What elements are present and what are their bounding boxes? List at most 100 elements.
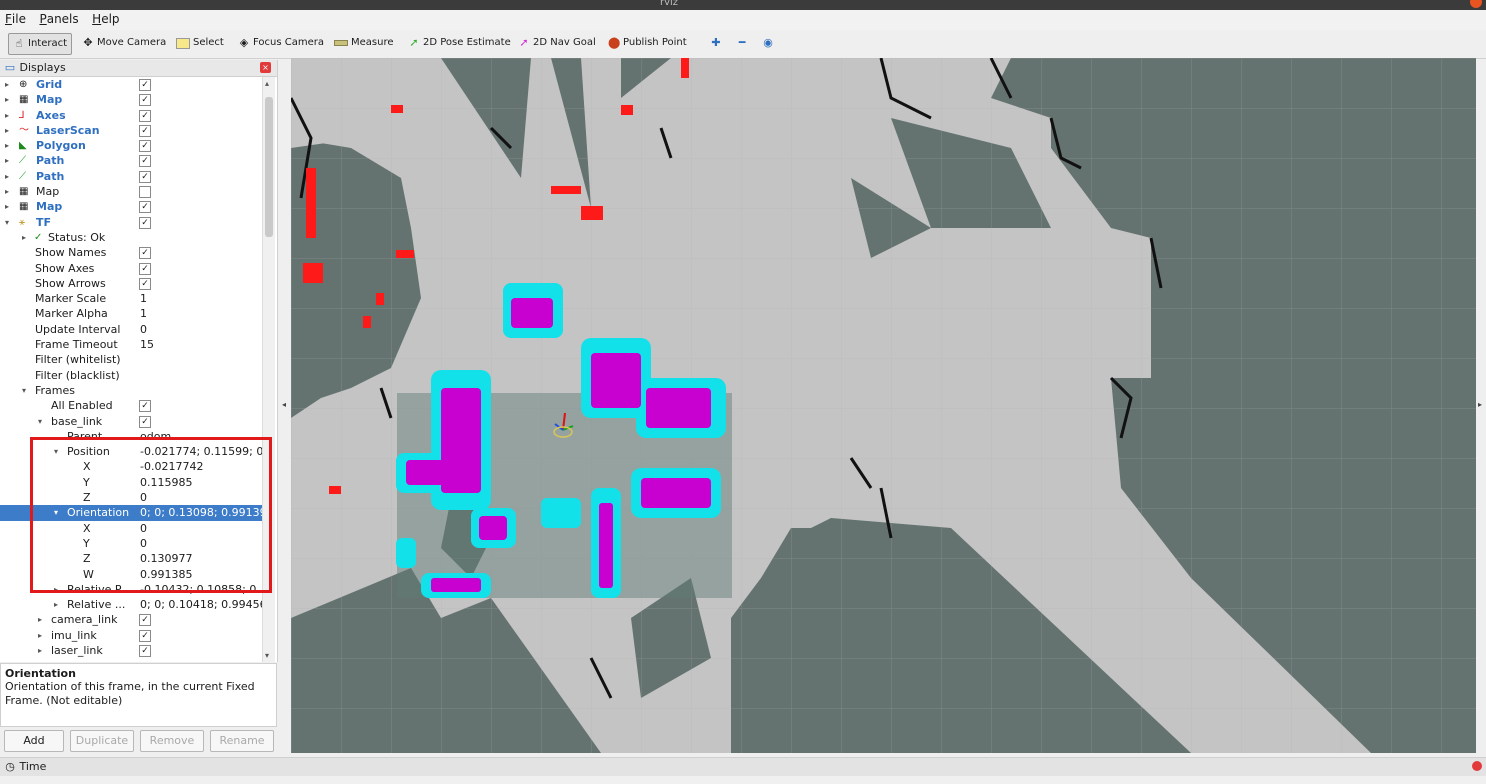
move-camera-icon: ✥ bbox=[83, 36, 93, 49]
expand-arrow-icon[interactable]: ▸ bbox=[5, 169, 9, 184]
nav-goal-tool-button[interactable]: ➚ 2D Nav Goal bbox=[514, 33, 600, 53]
menu-help[interactable]: Help bbox=[87, 10, 124, 28]
display-row-map[interactable]: ▸ ▦ Map ✓ bbox=[0, 92, 262, 107]
all-enabled-row[interactable]: All Enabled ✓ bbox=[0, 398, 262, 413]
menu-file[interactable]: File bbox=[0, 10, 31, 28]
property-checkbox[interactable]: ✓ bbox=[139, 644, 151, 657]
map-icon: ▦ bbox=[19, 201, 29, 213]
display-row-path[interactable]: ▸ ⟋ Path ✓ bbox=[0, 169, 262, 184]
menu-panels[interactable]: Panels bbox=[34, 10, 83, 28]
display-row-laserscan[interactable]: ▸ 〜 LaserScan ✓ bbox=[0, 123, 262, 138]
splitter-handle-icon[interactable]: ◂ bbox=[282, 400, 286, 409]
camera-link-row[interactable]: ▸ camera_link ✓ bbox=[0, 612, 262, 627]
display-row-axes[interactable]: ▸ ⅃ Axes ✓ bbox=[0, 108, 262, 123]
tf-filter-blacklist-row[interactable]: Filter (blacklist) bbox=[0, 368, 262, 383]
display-checkbox[interactable]: ✓ bbox=[139, 201, 151, 214]
focus-camera-tool-button[interactable]: ◈ Focus Camera bbox=[234, 33, 328, 53]
highlight-annotation-box bbox=[30, 437, 272, 593]
expand-arrow-icon[interactable]: ▸ bbox=[54, 597, 58, 612]
expand-arrow-icon[interactable]: ▸ bbox=[38, 643, 42, 658]
map-canvas[interactable] bbox=[291, 58, 1476, 753]
close-panel-icon[interactable]: × bbox=[260, 62, 271, 73]
tf-show-arrows-row[interactable]: Show Arrows ✓ bbox=[0, 276, 262, 291]
move-camera-tool-button[interactable]: ✥ Move Camera bbox=[78, 33, 170, 53]
measure-tool-button[interactable]: Measure bbox=[330, 33, 398, 53]
expand-arrow-icon[interactable]: ▸ bbox=[38, 628, 42, 643]
ruler-icon bbox=[334, 40, 348, 46]
expand-arrow-icon[interactable]: ▸ bbox=[5, 153, 9, 168]
display-checkbox[interactable]: ✓ bbox=[139, 79, 151, 91]
camera-type-button[interactable]: ◉ bbox=[758, 33, 778, 53]
close-window-button[interactable] bbox=[1470, 0, 1482, 8]
pose-estimate-tool-button[interactable]: ➚ 2D Pose Estimate bbox=[404, 33, 515, 53]
expand-arrow-icon[interactable]: ▸ bbox=[5, 92, 9, 107]
display-checkbox[interactable]: ✓ bbox=[139, 155, 151, 168]
remove-tool-button[interactable]: ━ bbox=[732, 33, 752, 53]
scroll-up-icon[interactable]: ▴ bbox=[265, 79, 269, 88]
frames-row[interactable]: ▾ Frames bbox=[0, 383, 262, 398]
select-tool-button[interactable]: Select bbox=[172, 33, 228, 53]
tf-show-names-row[interactable]: Show Names ✓ bbox=[0, 245, 262, 260]
tf-frame-timeout-row[interactable]: Frame Timeout 15 bbox=[0, 337, 262, 352]
property-checkbox[interactable]: ✓ bbox=[139, 400, 151, 413]
property-checkbox[interactable]: ✓ bbox=[139, 629, 151, 642]
polygon-icon: ◣ bbox=[19, 140, 27, 152]
remove-button[interactable]: Remove bbox=[140, 730, 204, 752]
expand-arrow-icon[interactable]: ▸ bbox=[5, 184, 9, 199]
expand-arrow-icon[interactable]: ▸ bbox=[5, 108, 9, 123]
publish-point-tool-button[interactable]: ⬤ Publish Point bbox=[604, 33, 691, 53]
expand-arrow-icon[interactable]: ▸ bbox=[5, 138, 9, 153]
tf-marker-scale-row[interactable]: Marker Scale 1 bbox=[0, 291, 262, 306]
collapse-arrow-icon[interactable]: ▾ bbox=[5, 215, 9, 230]
rename-button[interactable]: Rename bbox=[210, 730, 274, 752]
map-icon: ▦ bbox=[19, 94, 29, 106]
display-row-map[interactable]: ▸ ▦ Map ✓ bbox=[0, 199, 262, 214]
add-tool-button[interactable]: ✚ bbox=[706, 33, 726, 53]
property-checkbox[interactable]: ✓ bbox=[139, 247, 151, 260]
relative-orientation-row[interactable]: ▸ Relative ... 0; 0; 0.10418; 0.99456 bbox=[0, 597, 262, 612]
interact-tool-button[interactable]: ☝ Interact bbox=[8, 33, 73, 55]
tf-status-row[interactable]: ▸ ✓ Status: Ok bbox=[0, 230, 262, 245]
display-checkbox[interactable]: ✓ bbox=[139, 124, 151, 137]
display-checkbox[interactable]: ✓ bbox=[139, 216, 151, 229]
scrollbar-thumb[interactable] bbox=[265, 97, 273, 237]
tf-filter-whitelist-row[interactable]: Filter (whitelist) bbox=[0, 352, 262, 367]
expand-arrow-icon[interactable]: ▸ bbox=[5, 199, 9, 214]
laser-link-row[interactable]: ▸ laser_link ✓ bbox=[0, 643, 262, 658]
duplicate-button[interactable]: Duplicate bbox=[70, 730, 134, 752]
display-checkbox[interactable]: ✓ bbox=[139, 140, 151, 153]
expand-arrow-icon[interactable]: ▸ bbox=[5, 77, 9, 92]
property-checkbox[interactable]: ✓ bbox=[139, 614, 151, 627]
tf-update-interval-row[interactable]: Update Interval 0 bbox=[0, 322, 262, 337]
splitter-handle-icon[interactable]: ▸ bbox=[1478, 400, 1482, 409]
property-checkbox[interactable]: ✓ bbox=[139, 277, 151, 290]
expand-arrow-icon[interactable]: ▸ bbox=[5, 123, 9, 138]
display-row-polygon[interactable]: ▸ ◣ Polygon ✓ bbox=[0, 138, 262, 153]
tf-marker-alpha-row[interactable]: Marker Alpha 1 bbox=[0, 306, 262, 321]
time-panel-header: ◷ Time bbox=[0, 757, 1486, 776]
display-row-path[interactable]: ▸ ⟋ Path ✓ bbox=[0, 153, 262, 168]
display-row-grid[interactable]: ▸ ⊕ Grid ✓ bbox=[0, 77, 262, 92]
display-checkbox[interactable]: ✓ bbox=[139, 170, 151, 183]
display-row-tf[interactable]: ▾ ⚹ TF ✓ bbox=[0, 215, 262, 230]
collapse-arrow-icon[interactable]: ▾ bbox=[22, 383, 26, 398]
expand-arrow-icon[interactable]: ▸ bbox=[38, 612, 42, 627]
display-checkbox[interactable] bbox=[139, 186, 151, 199]
display-checkbox[interactable]: ✓ bbox=[139, 109, 151, 122]
laserscan-icon: 〜 bbox=[19, 124, 29, 136]
render-view[interactable] bbox=[291, 58, 1476, 753]
base-link-row[interactable]: ▾ base_link ✓ bbox=[0, 414, 262, 429]
add-button[interactable]: Add bbox=[4, 730, 64, 752]
display-row-map[interactable]: ▸ ▦ Map bbox=[0, 184, 262, 199]
axes-icon: ⅃ bbox=[19, 109, 25, 121]
display-checkbox[interactable]: ✓ bbox=[139, 94, 151, 107]
property-checkbox[interactable]: ✓ bbox=[139, 415, 151, 428]
collapse-arrow-icon[interactable]: ▾ bbox=[38, 414, 42, 429]
displays-header: ▭ Displays × bbox=[0, 60, 277, 77]
close-panel-icon[interactable] bbox=[1472, 761, 1482, 771]
scroll-down-icon[interactable]: ▾ bbox=[265, 651, 269, 660]
property-checkbox[interactable]: ✓ bbox=[139, 262, 151, 275]
imu-link-row[interactable]: ▸ imu_link ✓ bbox=[0, 628, 262, 643]
tf-show-axes-row[interactable]: Show Axes ✓ bbox=[0, 261, 262, 276]
expand-arrow-icon[interactable]: ▸ bbox=[22, 230, 26, 245]
